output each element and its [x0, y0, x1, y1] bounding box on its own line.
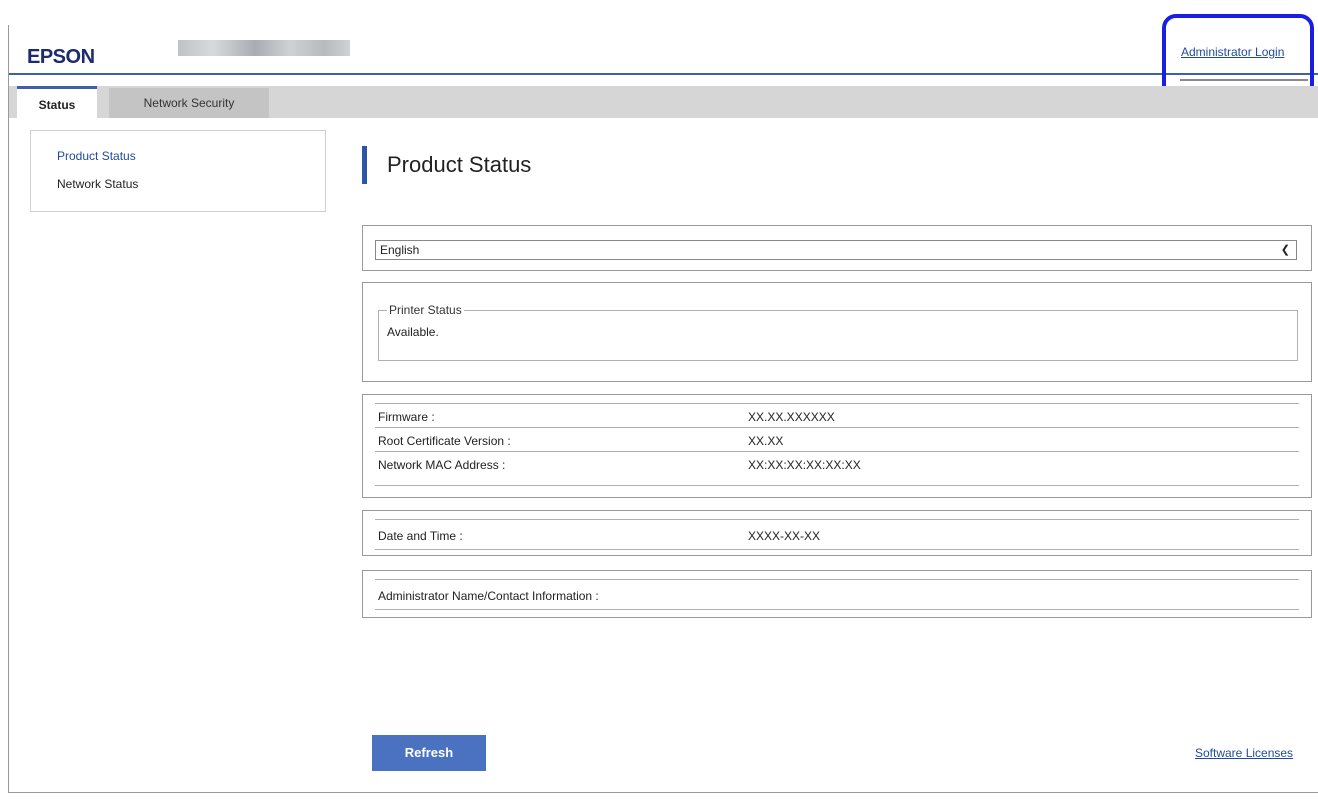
tab-network-security[interactable]: Network Security — [109, 88, 269, 118]
root-cert-value: XX.XX — [748, 434, 784, 448]
mac-value: XX:XX:XX:XX:XX:XX — [748, 458, 861, 472]
mac-label: Network MAC Address : — [378, 458, 506, 472]
language-box: English ❮ — [362, 225, 1312, 271]
info-row-admin-contact: Administrator Name/Contact Information : — [375, 579, 1299, 610]
divider — [375, 609, 1299, 610]
root-cert-label: Root Certificate Version : — [378, 434, 511, 448]
language-select[interactable]: English ❮ — [375, 240, 1297, 260]
firmware-label: Firmware : — [378, 410, 435, 424]
printer-status-box: Printer Status Available. — [362, 282, 1312, 382]
page-title: Product Status — [387, 152, 532, 177]
info-row-mac: Network MAC Address : XX:XX:XX:XX:XX:XX — [375, 451, 1299, 476]
administrator-login-link[interactable]: Administrator Login — [1181, 45, 1284, 59]
info-box: Firmware : XX.XX.XXXXXX Root Certificate… — [362, 394, 1312, 498]
firmware-value: XX.XX.XXXXXX — [748, 410, 835, 424]
divider — [375, 485, 1299, 486]
divider — [1180, 79, 1308, 81]
datetime-value: XXXX-XX-XX — [748, 529, 821, 543]
title-accent-bar — [362, 146, 367, 184]
divider — [375, 549, 1299, 550]
printer-status-fieldset: Printer Status Available. — [378, 303, 1298, 361]
datetime-label: Date and Time : — [378, 529, 463, 543]
admin-contact-label: Administrator Name/Contact Information : — [378, 589, 599, 603]
tab-status[interactable]: Status — [17, 86, 97, 121]
datetime-box: Date and Time : XXXX-XX-XX — [362, 510, 1312, 556]
chevron-down-icon: ❮ — [1280, 244, 1290, 256]
software-licenses-link[interactable]: Software Licenses — [1195, 746, 1293, 760]
tab-bar: Status Network Security — [9, 86, 1318, 121]
sidebar-item-product-status[interactable]: Product Status — [57, 149, 136, 163]
blurred-device-name — [178, 40, 350, 56]
admin-contact-box: Administrator Name/Contact Information : — [362, 570, 1312, 618]
info-row-root-cert: Root Certificate Version : XX.XX — [375, 427, 1299, 452]
printer-status-value: Available. — [387, 325, 439, 339]
sidebar: Product Status Network Status — [30, 130, 326, 212]
info-row-datetime: Date and Time : XXXX-XX-XX — [375, 519, 1299, 550]
info-row-firmware: Firmware : XX.XX.XXXXXX — [375, 403, 1299, 428]
sidebar-item-network-status[interactable]: Network Status — [57, 177, 138, 191]
printer-status-legend: Printer Status — [389, 303, 462, 317]
language-selected-value: English — [380, 243, 420, 257]
refresh-button[interactable]: Refresh — [372, 735, 486, 771]
epson-logo: EPSON — [27, 46, 95, 68]
